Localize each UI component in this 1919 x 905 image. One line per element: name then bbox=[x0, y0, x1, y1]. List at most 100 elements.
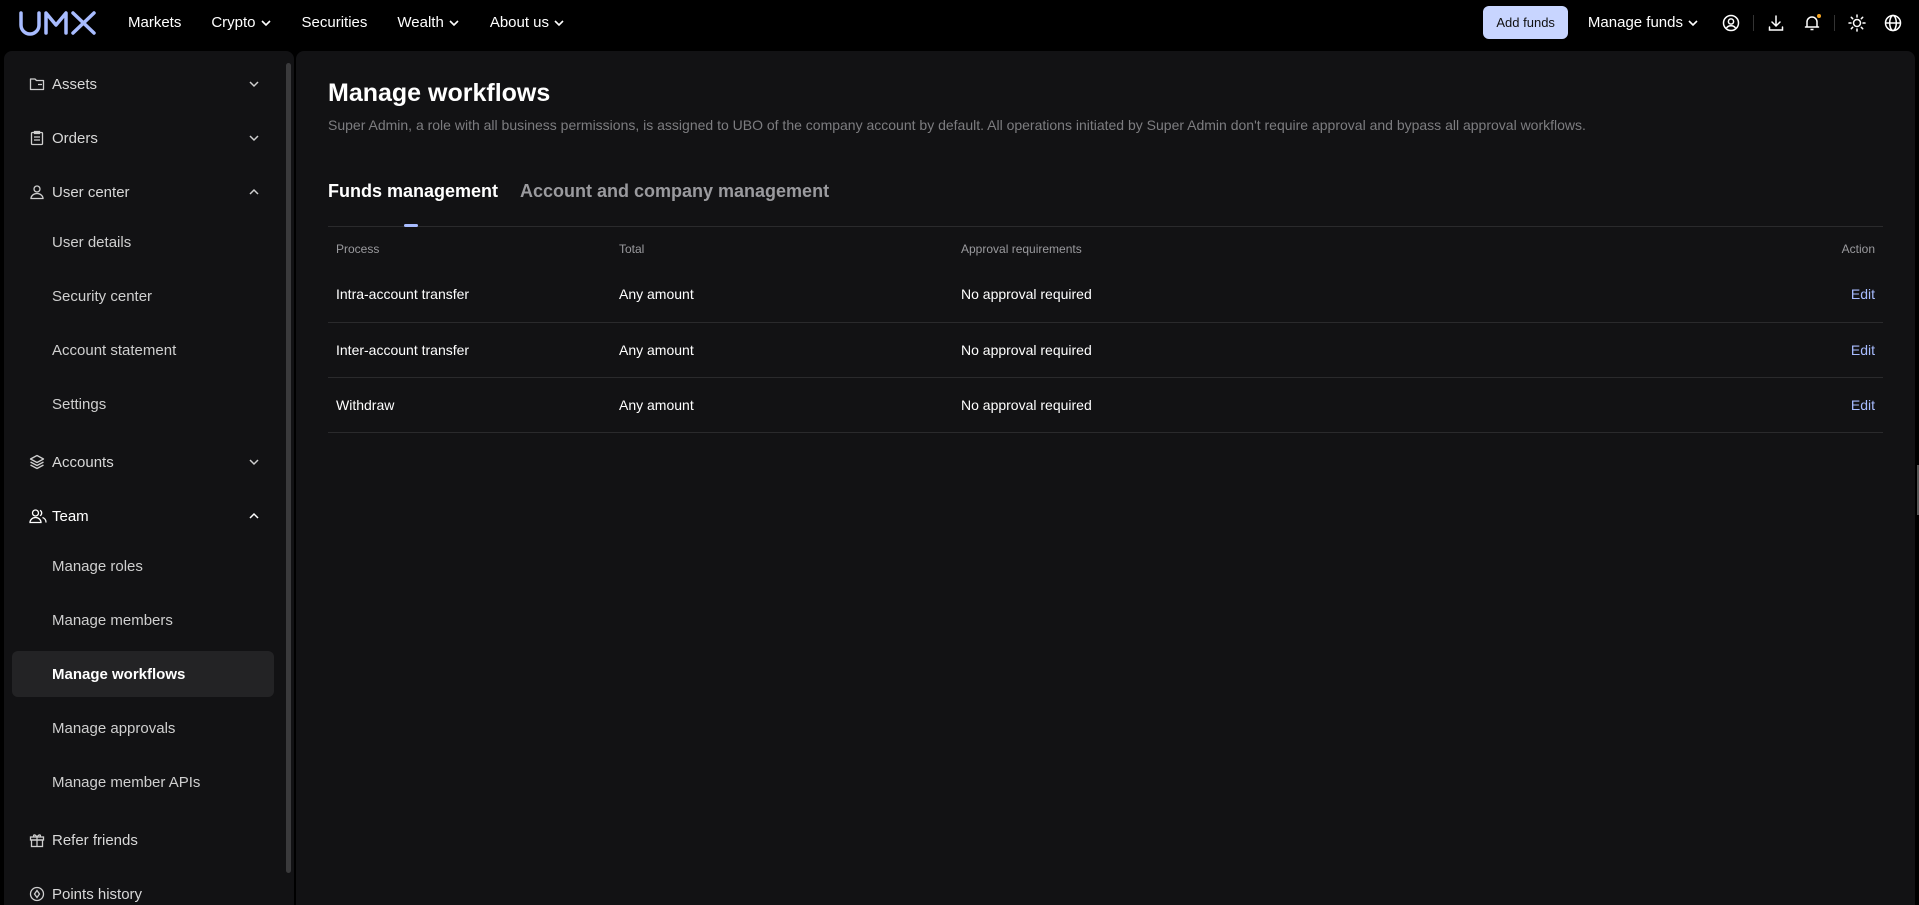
nav-divider bbox=[1834, 14, 1835, 31]
chevron-down-icon bbox=[554, 19, 564, 26]
cell-approval-requirements: No approval required bbox=[953, 322, 1639, 378]
nav-crypto-label: Crypto bbox=[211, 14, 256, 31]
cell-approval-requirements: No approval required bbox=[953, 267, 1639, 323]
cell-total: Any amount bbox=[611, 377, 953, 433]
sidebar-item-label: Manage members bbox=[52, 611, 173, 629]
chevron-up-icon bbox=[249, 512, 259, 519]
sidebar-item-team[interactable]: Team bbox=[12, 493, 274, 539]
page-title: Manage workflows bbox=[328, 79, 551, 107]
tab-label: Account and company management bbox=[520, 181, 830, 201]
nav-markets[interactable]: Markets bbox=[128, 14, 181, 31]
sidebar-item-manage-approvals[interactable]: Manage approvals bbox=[12, 705, 274, 751]
chevron-down-icon bbox=[249, 81, 259, 88]
nav-wealth[interactable]: Wealth bbox=[397, 14, 459, 31]
sidebar-item-manage-members[interactable]: Manage members bbox=[12, 597, 274, 643]
sidebar-item-manage-workflows[interactable]: Manage workflows bbox=[12, 651, 274, 697]
nav-markets-label: Markets bbox=[128, 14, 182, 31]
team-icon bbox=[29, 509, 47, 524]
nav-wealth-label: Wealth bbox=[397, 14, 444, 31]
sidebar-item-settings[interactable]: Settings bbox=[12, 381, 274, 427]
main-content: Manage workflows Super Admin, a role wit… bbox=[296, 51, 1915, 905]
chevron-down-icon bbox=[249, 135, 259, 142]
bell-icon[interactable] bbox=[1794, 5, 1830, 41]
umx-logo-mark bbox=[19, 11, 96, 36]
main-nav: Markets Crypto Securities Wealth About u… bbox=[128, 0, 595, 45]
sidebar: Assets Orders User center User details S… bbox=[4, 51, 294, 905]
workflows-table: Process Total Approval requirements Acti… bbox=[328, 231, 1883, 433]
sidebar-item-label: Assets bbox=[52, 75, 98, 93]
sidebar-item-label: Manage workflows bbox=[52, 665, 186, 683]
nav-about-us-label: About us bbox=[489, 14, 550, 31]
cell-total: Any amount bbox=[611, 322, 953, 378]
sidebar-item-label: Orders bbox=[52, 129, 98, 147]
sidebar-item-label: Manage approvals bbox=[52, 719, 176, 737]
nav-securities[interactable]: Securities bbox=[302, 14, 368, 31]
sidebar-scrollbar[interactable] bbox=[286, 63, 291, 873]
sidebar-item-label: User details bbox=[52, 233, 132, 251]
folder-icon bbox=[29, 78, 45, 91]
user-circle-icon[interactable] bbox=[1713, 5, 1749, 41]
sidebar-item-security-center[interactable]: Security center bbox=[12, 273, 274, 319]
edit-link[interactable]: Edit bbox=[1638, 377, 1883, 433]
chevron-down-icon bbox=[249, 459, 259, 466]
layers-icon bbox=[29, 454, 45, 470]
sidebar-item-manage-member-apis[interactable]: Manage member APIs bbox=[12, 759, 274, 805]
table-header-row: Process Total Approval requirements Acti… bbox=[328, 231, 1883, 267]
table-row: Inter-account transfer Any amount No app… bbox=[328, 322, 1883, 378]
sidebar-item-user-details[interactable]: User details bbox=[12, 219, 274, 265]
sidebar-item-user-center[interactable]: User center bbox=[12, 169, 274, 215]
user-icon bbox=[30, 185, 44, 200]
active-tab-indicator bbox=[404, 224, 418, 227]
add-funds-button[interactable]: Add funds bbox=[1483, 6, 1568, 39]
tab-label: Funds management bbox=[328, 181, 499, 201]
manage-funds-label: Manage funds bbox=[1587, 14, 1683, 31]
sidebar-item-orders[interactable]: Orders bbox=[12, 115, 274, 161]
column-header-approval-requirements: Approval requirements bbox=[961, 242, 1082, 256]
nav-divider bbox=[1753, 14, 1754, 31]
clipboard-icon bbox=[30, 130, 44, 146]
column-header-process: Process bbox=[336, 242, 380, 256]
nav-about-us[interactable]: About us bbox=[490, 14, 565, 31]
cell-process: Withdraw bbox=[328, 377, 611, 433]
cell-total: Any amount bbox=[611, 267, 953, 323]
sidebar-item-label: Settings bbox=[52, 395, 107, 413]
table-row: Intra-account transfer Any amount No app… bbox=[328, 267, 1883, 323]
sidebar-item-label: Account statement bbox=[52, 341, 177, 359]
edit-link[interactable]: Edit bbox=[1638, 267, 1883, 323]
sidebar-item-label: User center bbox=[52, 183, 130, 201]
sidebar-item-refer-friends[interactable]: Refer friends bbox=[12, 817, 274, 863]
gift-icon bbox=[29, 834, 45, 848]
sidebar-item-account-statement[interactable]: Account statement bbox=[12, 327, 274, 373]
page-subtitle: Super Admin, a role with all business pe… bbox=[328, 117, 1586, 133]
sidebar-item-label: Manage roles bbox=[52, 557, 143, 575]
sidebar-item-label: Team bbox=[52, 507, 89, 525]
column-header-action: Action bbox=[1841, 242, 1875, 256]
sidebar-item-label: Refer friends bbox=[52, 831, 138, 849]
umx-logo[interactable] bbox=[19, 10, 97, 36]
sidebar-item-label: Points history bbox=[52, 885, 143, 903]
sun-icon[interactable] bbox=[1839, 5, 1875, 41]
column-header-total: Total bbox=[619, 242, 645, 256]
nav-crypto[interactable]: Crypto bbox=[211, 14, 271, 31]
nav-securities-label: Securities bbox=[301, 14, 368, 31]
top-navigation: Markets Crypto Securities Wealth About u… bbox=[0, 0, 1919, 45]
edit-link[interactable]: Edit bbox=[1638, 322, 1883, 378]
tab-account-and-company-management[interactable]: Account and company management bbox=[520, 181, 829, 202]
cell-process: Intra-account transfer bbox=[328, 267, 611, 323]
sidebar-item-label: Manage member APIs bbox=[52, 773, 201, 791]
manage-funds-dropdown[interactable]: Manage funds bbox=[1588, 14, 1699, 31]
download-icon[interactable] bbox=[1758, 5, 1794, 41]
sidebar-item-points-history[interactable]: Points history bbox=[12, 871, 274, 905]
sidebar-item-manage-roles[interactable]: Manage roles bbox=[12, 543, 274, 589]
globe-icon[interactable] bbox=[1875, 5, 1911, 41]
tab-funds-management[interactable]: Funds management bbox=[328, 181, 498, 202]
sidebar-item-assets[interactable]: Assets bbox=[12, 61, 274, 107]
sidebar-item-label: Accounts bbox=[52, 453, 114, 471]
cell-process: Inter-account transfer bbox=[328, 322, 611, 378]
chevron-down-icon bbox=[260, 19, 271, 26]
sidebar-item-label: Security center bbox=[52, 287, 153, 305]
chevron-down-icon bbox=[1688, 19, 1698, 26]
notification-dot bbox=[1817, 13, 1821, 18]
sidebar-item-accounts[interactable]: Accounts bbox=[12, 439, 274, 485]
chevron-down-icon bbox=[449, 19, 459, 26]
